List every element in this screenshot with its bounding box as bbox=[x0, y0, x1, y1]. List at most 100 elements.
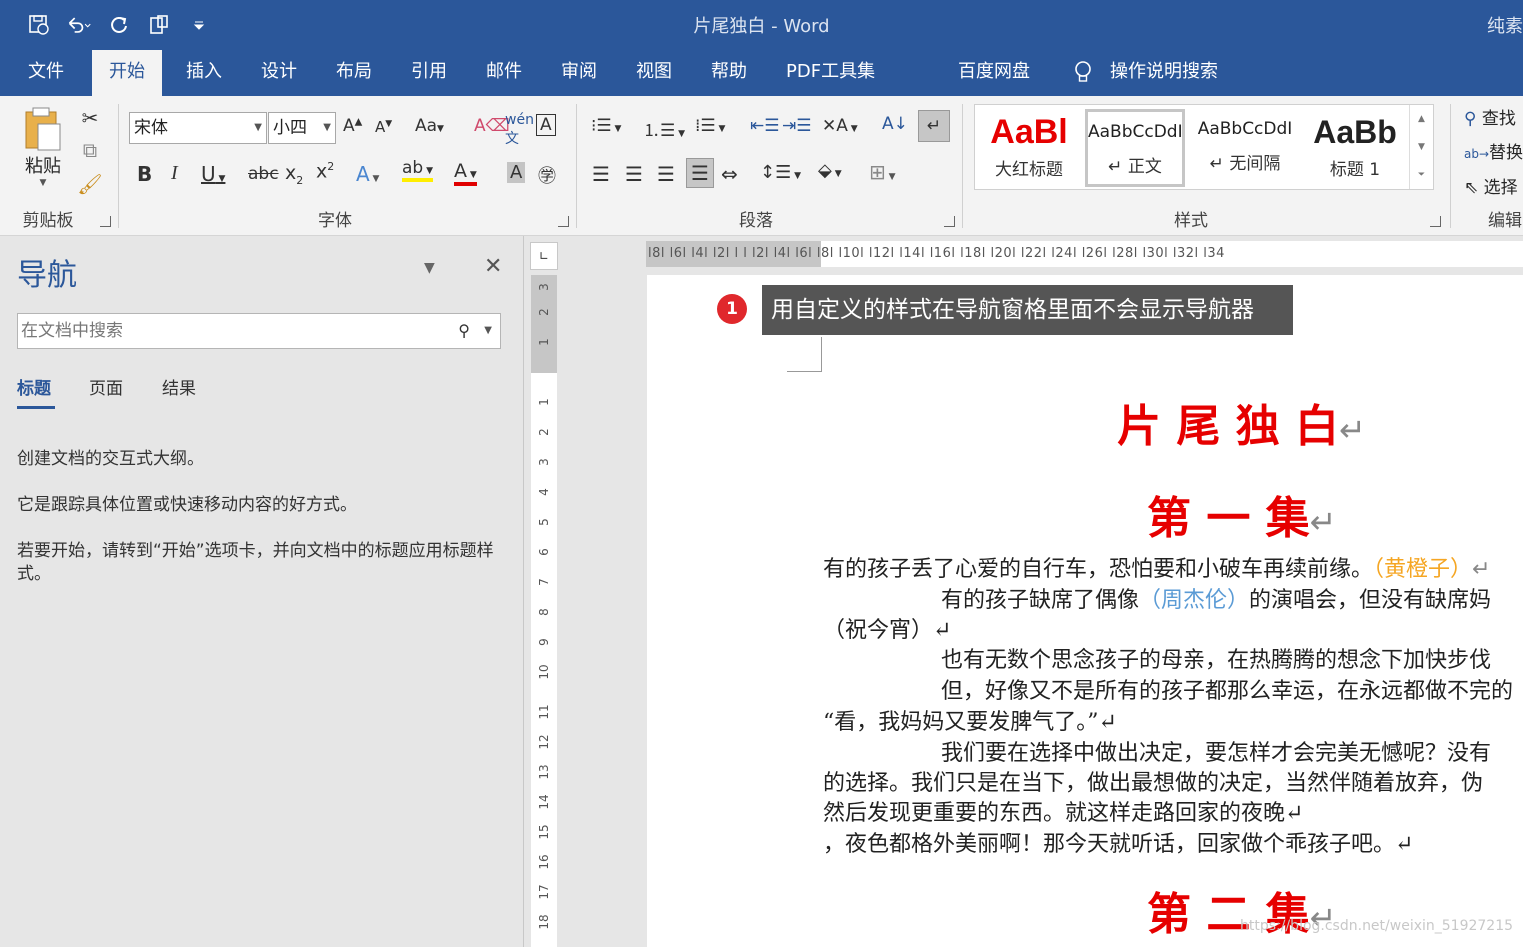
shading-icon[interactable]: ⬙ ▼ bbox=[818, 160, 842, 181]
tab-design[interactable]: 设计 bbox=[259, 50, 299, 96]
copy-icon[interactable]: ⧉ bbox=[76, 136, 104, 164]
font-size-value: 小四 bbox=[273, 118, 307, 138]
group-divider bbox=[1450, 104, 1451, 228]
style-big-red-title[interactable]: AaBl 大红标题 bbox=[979, 109, 1079, 187]
shrink-font-icon[interactable]: A▼ bbox=[375, 118, 392, 136]
borders-icon[interactable]: ⊞ ▼ bbox=[869, 160, 896, 184]
font-launcher-icon[interactable] bbox=[558, 216, 569, 227]
distributed-icon[interactable]: ⇔ bbox=[721, 162, 738, 186]
text-effects-icon[interactable]: A ▼ bbox=[356, 162, 379, 186]
tab-mailings[interactable]: 邮件 bbox=[484, 50, 524, 96]
tab-pdf-tools[interactable]: PDF工具集 bbox=[784, 50, 877, 96]
style-normal[interactable]: AaBbCcDdI ↵ 正文 bbox=[1085, 109, 1185, 187]
superscript-icon[interactable]: x2 bbox=[316, 160, 334, 182]
clipboard-launcher-icon[interactable] bbox=[100, 216, 111, 227]
tab-view[interactable]: 视图 bbox=[634, 50, 674, 96]
nav-options-chevron-icon[interactable]: ▼ bbox=[424, 260, 435, 276]
font-color-icon[interactable]: A ▼ bbox=[454, 160, 477, 186]
body-paragraph-line[interactable]: 有的孩子丢了心爱的自行车，恐怕要和小破车再续前缘。（黄橙子）↵ bbox=[823, 555, 1490, 585]
ruler-tick: 17 bbox=[537, 884, 551, 900]
ruler-tick: 7 bbox=[537, 578, 551, 586]
chevron-down-icon[interactable]: ▼ bbox=[254, 113, 262, 143]
document-title[interactable]: 片 尾 独 白↵ bbox=[1117, 390, 1366, 454]
horizontal-ruler[interactable]: l8l l6l l4l l2l l l l2l l4l l6l l8l l10l… bbox=[646, 241, 1523, 267]
group-divider bbox=[576, 104, 577, 228]
tab-insert[interactable]: 插入 bbox=[184, 50, 224, 96]
select-button[interactable]: ⇖ 选择 bbox=[1464, 173, 1518, 198]
nav-tab-headings[interactable]: 标题 bbox=[17, 374, 51, 399]
find-button[interactable]: ⚲ 查找 bbox=[1464, 104, 1516, 129]
search-icon[interactable]: ⚲ bbox=[458, 314, 470, 348]
underline-icon[interactable]: U ▼ bbox=[201, 162, 225, 186]
line-spacing-icon[interactable]: ↕☰ ▼ bbox=[760, 162, 801, 183]
highlight-color-icon[interactable]: ab ▼ bbox=[402, 158, 434, 182]
body-paragraph-line[interactable]: 的选择。我们只是在当下，做出最想做的决定，当然伴随着放弃，伪 bbox=[823, 769, 1483, 799]
change-case-icon[interactable]: Aa▼ bbox=[415, 116, 444, 136]
character-shading-icon[interactable]: A bbox=[507, 162, 526, 183]
decrease-indent-icon[interactable]: ⇤☰ bbox=[750, 116, 779, 136]
heading-episode-1[interactable]: 第 一 集↵ bbox=[1147, 482, 1336, 546]
ruler-tick: 6 bbox=[537, 548, 551, 556]
enclose-characters-icon[interactable]: ㊫ bbox=[538, 162, 556, 188]
paragraph-launcher-icon[interactable] bbox=[944, 216, 955, 227]
tab-baidu-netdisk[interactable]: 百度网盘 bbox=[956, 50, 1032, 96]
body-paragraph-line[interactable]: 然后发现更重要的东西。就这样走路回家的夜晚↵ bbox=[823, 799, 1303, 829]
tab-file[interactable]: 文件 bbox=[26, 50, 66, 96]
watermark: https://blog.csdn.net/weixin_51927215 bbox=[1240, 918, 1514, 934]
strikethrough-icon[interactable]: abc bbox=[248, 164, 279, 184]
ruler-tick: 2 bbox=[537, 308, 551, 316]
nav-tab-pages[interactable]: 页面 bbox=[89, 374, 123, 399]
numbering-icon[interactable]: ⒈☰ ▼ bbox=[643, 116, 685, 141]
paste-button[interactable]: 粘贴 ▼ bbox=[20, 104, 66, 196]
user-name[interactable]: 纯素 bbox=[1487, 12, 1523, 38]
show-formatting-marks-icon[interactable]: ↵ bbox=[918, 110, 950, 142]
nav-search-input[interactable]: 在文档中搜索 ⚲ ▼ bbox=[17, 313, 501, 349]
align-right-icon[interactable]: ☰ bbox=[657, 162, 675, 186]
character-border-icon[interactable]: A bbox=[536, 114, 556, 136]
grow-font-icon[interactable]: A▲ bbox=[343, 116, 362, 136]
style-no-spacing[interactable]: AaBbCcDdI ↵ 无间隔 bbox=[1195, 109, 1295, 187]
phonetic-guide-icon[interactable]: wén 文 bbox=[505, 112, 534, 148]
tab-selector[interactable]: ∟ bbox=[530, 242, 558, 270]
align-center-icon[interactable]: ☰ bbox=[625, 162, 643, 186]
tab-layout[interactable]: 布局 bbox=[334, 50, 374, 96]
nav-tab-results[interactable]: 结果 bbox=[162, 374, 196, 399]
vertical-ruler[interactable]: 3 2 1 1 2 3 4 5 6 7 8 9 10 11 12 13 14 1… bbox=[531, 275, 557, 947]
bullets-icon[interactable]: ⁝☰ ▼ bbox=[591, 116, 621, 136]
font-size-combo[interactable]: 小四 ▼ bbox=[268, 112, 336, 144]
body-paragraph-line[interactable]: （祝今宵）↵ bbox=[823, 616, 951, 646]
chevron-down-icon[interactable]: ▼ bbox=[484, 314, 492, 348]
styles-scroll[interactable]: ▲ ▼ ⏷ bbox=[1409, 105, 1433, 189]
body-paragraph-line[interactable]: 有的孩子缺席了偶像（周杰伦）的演唱会，但没有缺席妈 bbox=[941, 586, 1491, 616]
bold-icon[interactable]: B bbox=[137, 162, 152, 186]
body-paragraph-line[interactable]: ，夜色都格外美丽啊！那今天就听话，回家做个乖孩子吧。↵ bbox=[823, 830, 1413, 860]
styles-launcher-icon[interactable] bbox=[1430, 216, 1441, 227]
increase-indent-icon[interactable]: ⇥☰ bbox=[782, 116, 811, 136]
style-sample: AaBbCcDdI bbox=[1088, 122, 1182, 142]
body-paragraph-line[interactable]: 我们要在选择中做出决定，要怎样才会完美无憾呢？没有 bbox=[941, 739, 1491, 769]
multilevel-list-icon[interactable]: ⁞☰ ▼ bbox=[695, 116, 725, 136]
format-painter-icon[interactable]: 🖌 bbox=[76, 170, 104, 198]
cut-icon[interactable]: ✂ bbox=[76, 104, 104, 132]
align-left-icon[interactable]: ☰ bbox=[592, 162, 610, 186]
chevron-down-icon[interactable]: ▼ bbox=[323, 113, 331, 143]
tab-home[interactable]: 开始 bbox=[92, 50, 162, 96]
subscript-icon[interactable]: x2 bbox=[285, 162, 303, 187]
style-heading-1[interactable]: AaBb 标题 1 bbox=[1305, 109, 1405, 187]
font-name-combo[interactable]: 宋体 ▼ bbox=[129, 112, 267, 144]
tab-help[interactable]: 帮助 bbox=[709, 50, 749, 96]
font-group-label: 字体 bbox=[318, 211, 352, 231]
body-paragraph-line[interactable]: 但，好像又不是所有的孩子都那么幸运，在永远都做不完的 bbox=[941, 677, 1513, 707]
text-direction-icon[interactable]: ✕A ▼ bbox=[822, 116, 858, 136]
ribbon-home: 粘贴 ▼ ✂ ⧉ 🖌 剪贴板 宋体 ▼ 小四 ▼ A▲ A▼ Aa▼ A⌫ wé… bbox=[0, 96, 1523, 236]
close-icon[interactable]: ✕ bbox=[484, 254, 502, 279]
italic-icon[interactable]: I bbox=[171, 162, 178, 185]
body-paragraph-line[interactable]: 也有无数个思念孩子的母亲，在热腾腾的想念下加快步伐 bbox=[941, 646, 1491, 676]
justify-icon[interactable]: ☰ bbox=[686, 158, 714, 188]
tab-review[interactable]: 审阅 bbox=[559, 50, 599, 96]
tab-references[interactable]: 引用 bbox=[409, 50, 449, 96]
replace-button[interactable]: ab→替换 bbox=[1464, 138, 1523, 163]
sort-icon[interactable]: A↓ bbox=[882, 114, 908, 134]
tell-me-search[interactable]: 操作说明搜索 bbox=[1108, 50, 1220, 96]
body-paragraph-line[interactable]: “看，我妈妈又要发脾气了。”↵ bbox=[823, 708, 1117, 738]
